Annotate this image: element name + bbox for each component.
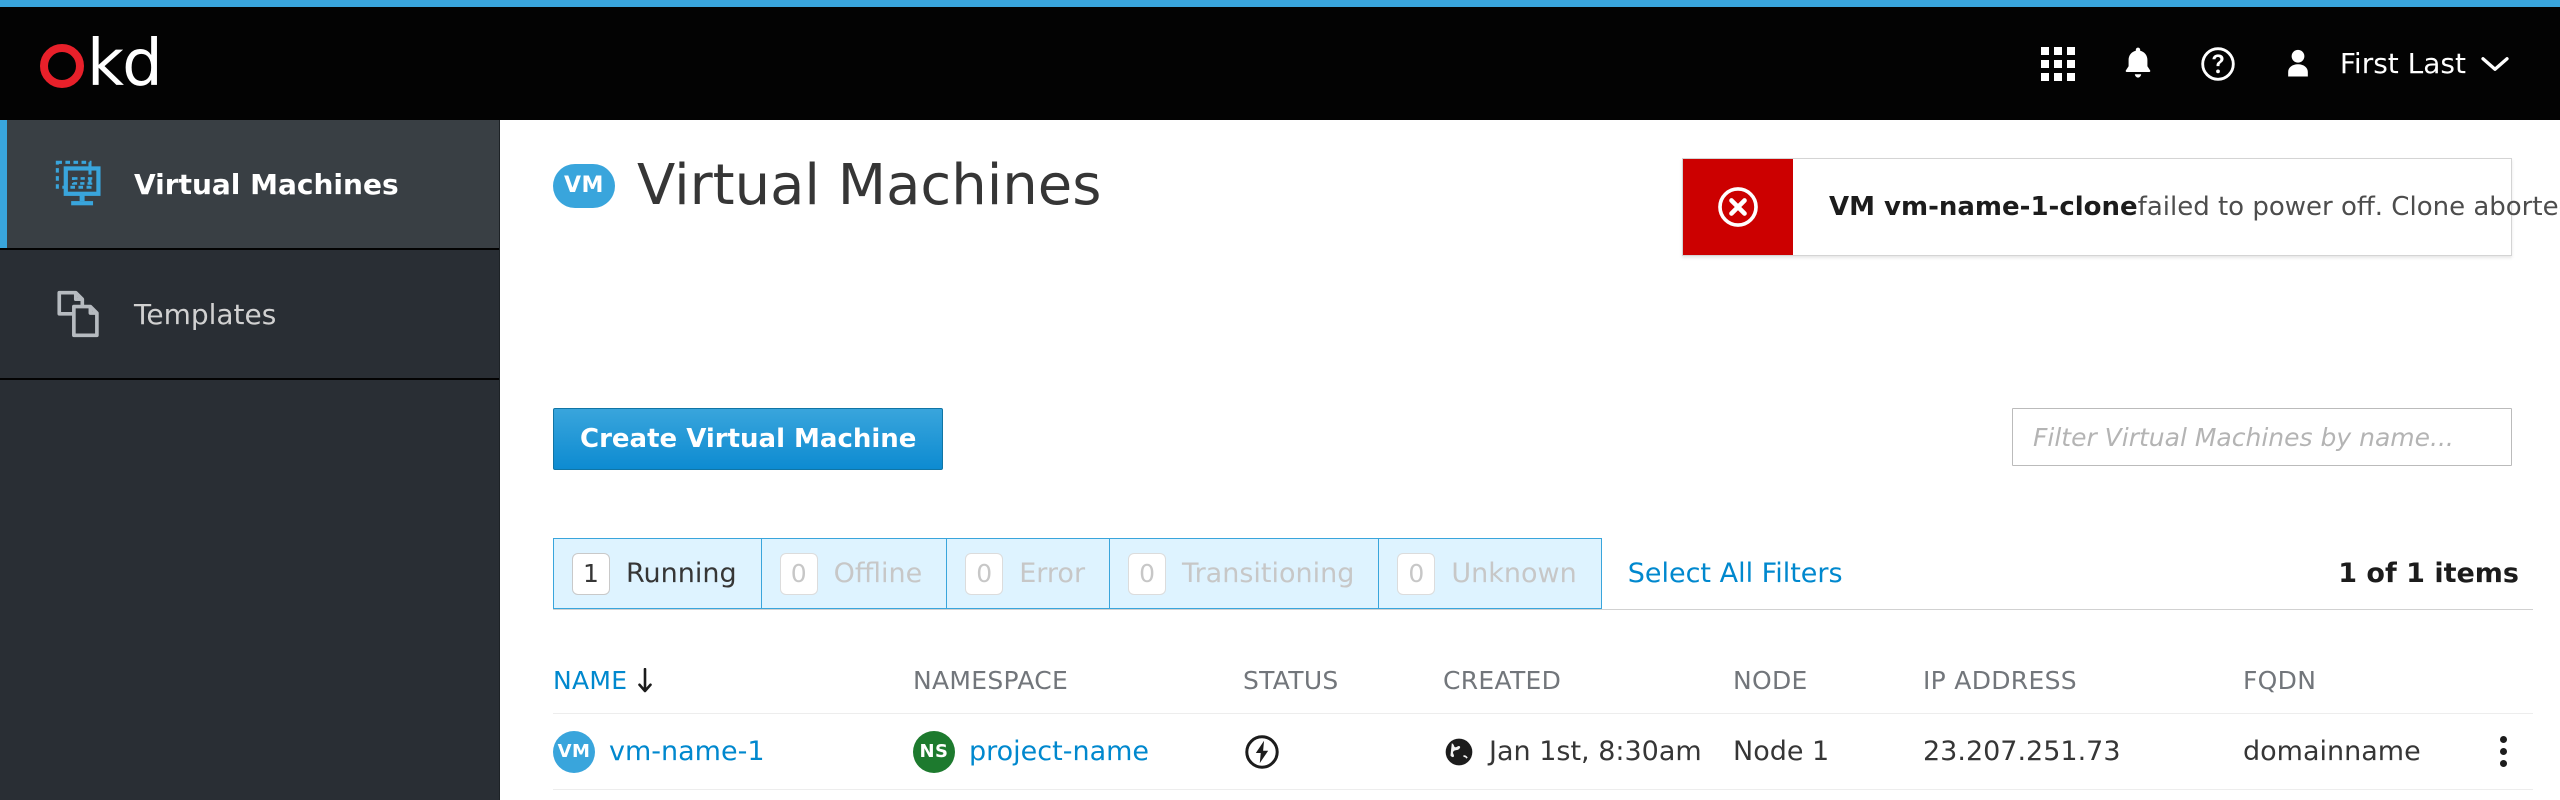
column-header-created[interactable]: CREATED [1443,666,1733,695]
vm-name-link[interactable]: vm-name-1 [609,736,765,767]
virtual-machine-icon [52,160,108,208]
cell-ip-address: 23.207.251.73 [1923,736,2121,767]
question-circle-icon [2201,46,2235,81]
alert-message: VM vm-name-1-clone failed to power off. … [1793,159,2560,255]
templates-icon [52,290,108,338]
sidebar-item-label: Virtual Machines [134,167,399,201]
items-count-label: 1 of 1 items [2338,558,2519,589]
page-root: kd First Last Virtual Machines Templates… [0,0,2560,800]
filter-count: 1 [572,552,610,595]
top-accent-bar [0,0,2560,7]
column-header-fqdn[interactable]: FQDN [2243,666,2473,695]
error-circle-x-icon [1718,187,1758,227]
error-alert: VM vm-name-1-clone failed to power off. … [1682,158,2560,256]
alert-message-rest: failed to power off. Clone aborted. [2137,192,2560,222]
sort-desc-arrow-icon [638,667,653,692]
filter-count: 0 [1128,552,1167,595]
filter-label: Error [1019,558,1086,589]
filter-chip-offline[interactable]: 0 Offline [762,539,948,608]
app-launcher-icon [2040,46,2075,81]
filter-count: 0 [1397,552,1436,595]
filter-label: Running [626,558,737,589]
alert-icon-container [1683,159,1793,255]
column-header-status[interactable]: STATUS [1243,666,1443,695]
filter-chip-running[interactable]: 1 Running [554,539,762,608]
column-header-name[interactable]: NAME [553,666,913,695]
cell-status [1243,733,1443,771]
masthead: kd First Last [0,7,2560,120]
vm-badge-icon: VM [553,163,615,208]
column-header-ip-address[interactable]: IP ADDRESS [1923,666,2243,695]
filter-count: 0 [779,552,818,595]
cell-namespace: NS project-name [913,730,1243,773]
okd-logo[interactable]: kd [40,26,163,101]
page-title-row: VM Virtual Machines [553,155,1101,217]
sidebar-item-virtual-machines[interactable]: Virtual Machines [0,120,499,250]
kebab-menu-icon[interactable] [2494,730,2513,773]
column-header-node[interactable]: NODE [1733,666,1923,695]
chevron-down-icon [2481,56,2509,71]
filter-toolbar: 1 Running 0 Offline 0 Error 0 Transition… [553,538,2533,610]
sidebar-empty-area [0,380,499,800]
sidebar-item-templates[interactable]: Templates [0,250,499,380]
user-avatar-button[interactable] [2258,24,2338,104]
filter-label: Unknown [1451,558,1577,589]
sidebar-item-label: Templates [134,297,277,331]
bell-icon [2125,47,2151,78]
filter-chip-error[interactable]: 0 Error [947,539,1111,608]
page-title: Virtual Machines [637,153,1102,218]
alert-message-bold: VM vm-name-1-clone [1829,192,2138,222]
filter-count: 0 [965,552,1004,595]
create-virtual-machine-button[interactable]: Create Virtual Machine [553,408,944,470]
vm-badge-icon: VM [553,730,595,773]
user-menu[interactable]: First Last [2338,47,2516,80]
cell-created: Jan 1st, 8:30am [1443,736,1733,768]
search-input[interactable] [2012,408,2512,466]
cell-fqdn: domainname [2243,736,2421,767]
cell-actions [2473,730,2533,773]
cell-name: VM vm-name-1 [553,730,913,773]
table-row: VM vm-name-1 NS project-name Jan 1st, 8:… [553,714,2533,790]
user-icon [2288,49,2308,76]
table-header-row: NAME NAMESPACE STATUS CREATED NODE IP AD… [553,648,2533,714]
user-name-label: First Last [2339,47,2466,80]
notifications-button[interactable] [2098,24,2178,104]
sidebar: Virtual Machines Templates [0,120,500,800]
logo-o-icon [40,43,84,88]
main-content: VM Virtual Machines VM vm-name-1-clone f… [501,120,2560,800]
column-header-label: NAME [553,666,628,695]
select-all-filters-link[interactable]: Select All Filters [1602,538,1869,609]
status-filter-group: 1 Running 0 Offline 0 Error 0 Transition… [553,538,1602,609]
column-header-namespace[interactable]: NAMESPACE [913,666,1243,695]
app-launcher-button[interactable] [2018,24,2098,104]
logo-kd-text: kd [87,26,163,101]
filter-chip-transitioning[interactable]: 0 Transitioning [1110,539,1380,608]
power-bolt-circle-icon [1245,734,1279,769]
cell-node: Node 1 [1733,736,1830,767]
namespace-link[interactable]: project-name [969,736,1149,767]
virtual-machines-table: NAME NAMESPACE STATUS CREATED NODE IP AD… [553,648,2533,790]
masthead-actions: First Last [2018,24,2516,104]
help-button[interactable] [2178,24,2258,104]
filter-label: Offline [833,558,923,589]
filter-chip-unknown[interactable]: 0 Unknown [1379,539,1600,608]
created-value: Jan 1st, 8:30am [1489,736,1702,767]
namespace-badge-icon: NS [913,730,955,773]
filter-label: Transitioning [1182,558,1355,589]
globe-icon [1445,738,1473,765]
